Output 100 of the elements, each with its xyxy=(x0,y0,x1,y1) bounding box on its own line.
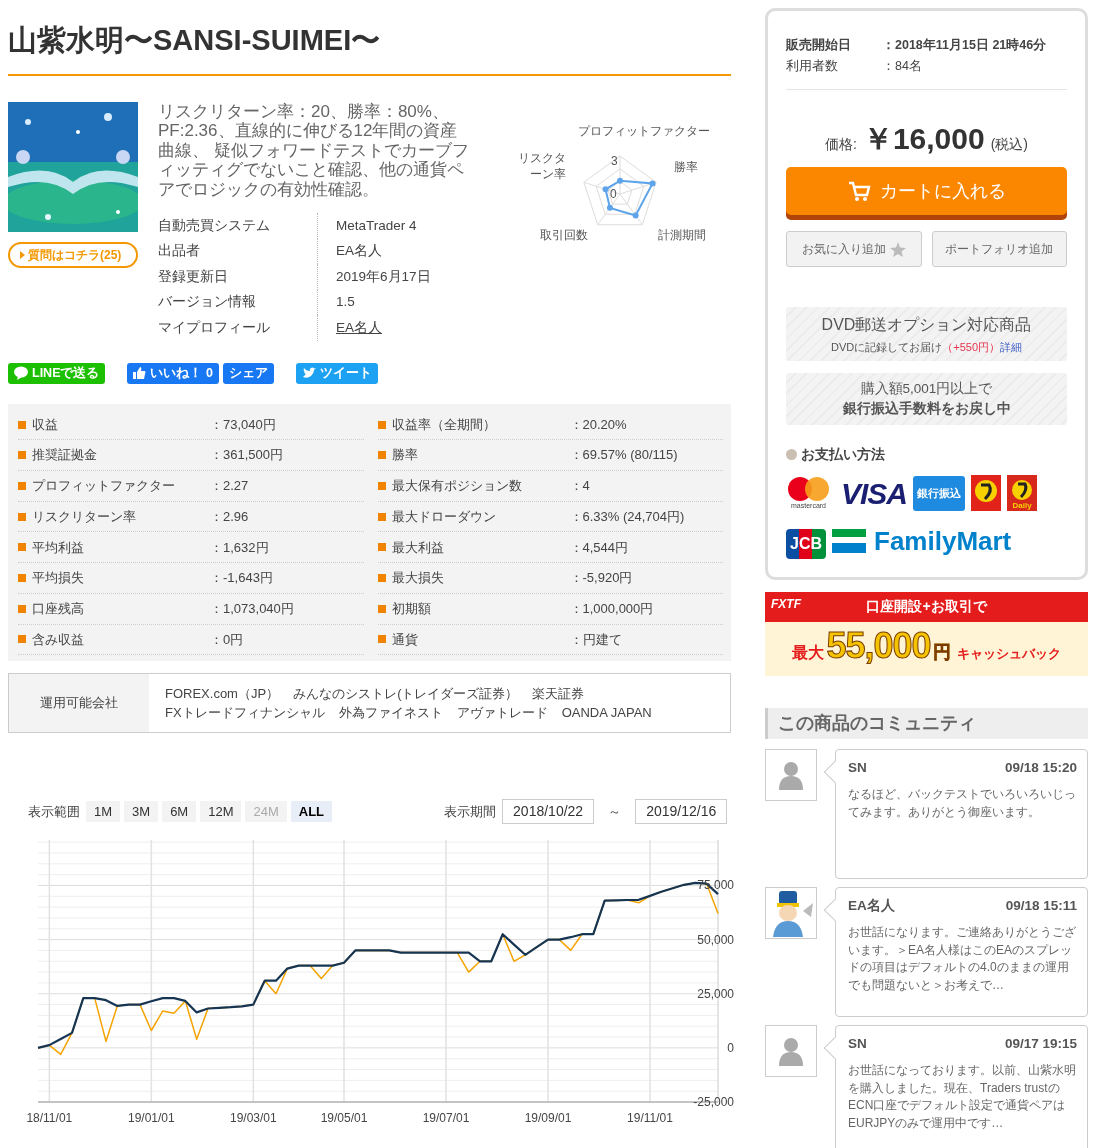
page-title: 山紫水明〜SANSI-SUIMEI〜 xyxy=(8,22,731,76)
stat-value: ：2.96 xyxy=(210,507,249,526)
radar-point xyxy=(632,212,639,219)
bank-transfer-logo: 銀行振込 xyxy=(913,476,966,511)
x-tick-label: 19/11/01 xyxy=(627,1111,673,1126)
stat-label: 含み収益 xyxy=(32,630,85,649)
axis-label: プロフィットファクター xyxy=(578,122,710,140)
price: ￥16,000 xyxy=(862,121,985,157)
portfolio-button[interactable]: ポートフォリオ追加 xyxy=(931,231,1067,267)
familymart-logo: FamilyMart xyxy=(832,521,1012,561)
range-button[interactable]: 1M xyxy=(86,800,121,823)
date-field[interactable]: 2018/10/22 xyxy=(502,799,595,825)
promo-text: 購入額5,001円以上で xyxy=(859,379,994,398)
x-tick-label: 18/11/01 xyxy=(26,1111,73,1126)
range-button[interactable]: 3M xyxy=(124,800,159,823)
axis-label: 取引回数 xyxy=(540,226,588,244)
radar-line xyxy=(604,179,655,217)
axis-label: リスクターン率 xyxy=(517,149,566,182)
banner-text: キャッシュバック xyxy=(956,644,1061,663)
stat-label: 最大保有ポジション数 xyxy=(391,477,523,496)
comment-text: お世話になります。ご連絡ありがとうございます。＞EA名人様はこのEAのスプレッドの項目はデフォルトの4.0のままの運用でも問題ないと＞お考えで… xyxy=(848,924,1077,994)
bullet-icon xyxy=(18,420,26,429)
triangle-icon xyxy=(20,250,25,259)
range-button[interactable]: 12M xyxy=(200,800,242,823)
bullet-icon xyxy=(18,512,26,521)
tilde: ～ xyxy=(608,802,622,821)
bullet-icon xyxy=(377,420,386,429)
visa-logo: VISA xyxy=(841,475,908,512)
stat-label: 通貨 xyxy=(391,630,419,649)
store-logo-icon xyxy=(971,475,1002,512)
banner-text: 最大 xyxy=(792,642,825,663)
bird-icon xyxy=(301,367,316,380)
comment-author: EA名人 xyxy=(848,896,895,915)
info-label: 登録更新日 xyxy=(158,267,228,286)
like-button[interactable]: いいね！ 0 xyxy=(127,362,219,384)
date-field[interactable]: 2019/12/16 xyxy=(635,799,728,825)
stat-label: 最大ドローダウン xyxy=(391,507,497,526)
x-tick-label: 19/09/01 xyxy=(524,1111,572,1126)
bullet-icon xyxy=(18,451,26,460)
stat-value: ：361,500円 xyxy=(210,446,283,465)
company-name: FOREX.com（JP） xyxy=(165,686,280,702)
stripes-icon xyxy=(832,529,866,554)
stat-value: ：-5,920円 xyxy=(569,569,633,588)
comment-time: 09/17 19:15 xyxy=(1004,1034,1077,1053)
company-name: 外為ファイネスト xyxy=(338,705,443,721)
x-tick-label: 19/03/01 xyxy=(229,1111,277,1126)
stat-label: 推奨証拠金 xyxy=(32,446,98,465)
y-tick-label: -25,000 xyxy=(693,1095,734,1110)
cart-icon xyxy=(847,180,872,202)
stat-value: ：4,544円 xyxy=(569,538,629,557)
company-name: OANDA JAPAN xyxy=(561,705,652,721)
radar-point xyxy=(606,204,613,211)
stat-value: ：73,040円 xyxy=(210,415,276,434)
product-description: リスクリターン率：20、勝率：80%、PF:2.36、直線的に伸びる12年間の資産曲線、 疑似フォワードテストでカーブフィッティグでないこと確認、他の通貨ペアでロジックの有効性確認。 xyxy=(158,101,470,200)
stat-value: ：1,000,000円 xyxy=(569,599,654,618)
stat-label: 口座残高 xyxy=(32,599,85,618)
details-link[interactable]: 詳細 xyxy=(1000,341,1022,353)
info-value: EA名人 xyxy=(335,242,382,261)
period-label: 表示期間 xyxy=(444,802,497,821)
stat-value: ：6.33% (24,704円) xyxy=(569,507,685,526)
star-icon xyxy=(889,241,906,257)
range-button[interactable]: 6M xyxy=(162,800,197,823)
profile-link[interactable]: EA名人 xyxy=(318,317,382,339)
bullet-icon xyxy=(18,604,26,613)
axis-label: 計測期間 xyxy=(658,226,706,244)
favorite-button[interactable]: お気に入り追加 xyxy=(786,231,922,267)
store-logo-icon xyxy=(1011,479,1034,502)
circles-icon xyxy=(786,476,831,503)
payment-heading: お支払い方法 xyxy=(801,445,885,464)
stat-value: ：4 xyxy=(569,477,590,496)
user-avatar-icon xyxy=(777,1035,805,1066)
info-label: マイプロフィール xyxy=(158,318,270,337)
comment-time: 09/18 15:11 xyxy=(1005,896,1077,915)
thumbs-up-icon xyxy=(133,366,147,381)
tick-label: 3 xyxy=(611,152,618,170)
stat-value: ：20.20% xyxy=(569,415,627,434)
dvd-option-title: DVD郵送オプション対応商品 xyxy=(820,315,1033,335)
share-button[interactable]: シェア xyxy=(222,362,274,384)
range-button[interactable]: ALL xyxy=(290,800,333,823)
banner-text: 円 xyxy=(932,640,951,664)
banner-headline: 口座開設+お取引で xyxy=(866,597,987,617)
info-label: 出品者 xyxy=(158,242,200,261)
range-label: 表示範囲 xyxy=(28,802,80,821)
radar-point xyxy=(649,180,656,187)
brand-logo: FXTF xyxy=(771,595,801,613)
info-label: 販売開始日 xyxy=(786,37,852,54)
bullet-icon xyxy=(377,543,386,552)
section-heading: この商品のコミュニティ xyxy=(765,707,1088,739)
bullet-icon xyxy=(377,451,386,460)
stat-value: ：1,632円 xyxy=(210,538,269,557)
ad-banner[interactable]: FXTF 口座開設+お取引で 最大55,000 円 キャッシュバック xyxy=(765,591,1088,676)
comment-author: SN xyxy=(848,758,867,777)
axis-label: 勝率 xyxy=(674,158,698,176)
info-label: 利用者数 xyxy=(786,58,839,75)
dvd-option-note: DVDに記録してお届け（+550円） xyxy=(831,341,1000,353)
stat-value: ：円建て xyxy=(569,630,622,649)
stat-label: 勝率 xyxy=(391,446,419,465)
y-tick-label: 50,000 xyxy=(697,932,734,947)
stat-value: ：-1,643円 xyxy=(210,569,273,588)
price-label: 価格: xyxy=(825,135,857,154)
